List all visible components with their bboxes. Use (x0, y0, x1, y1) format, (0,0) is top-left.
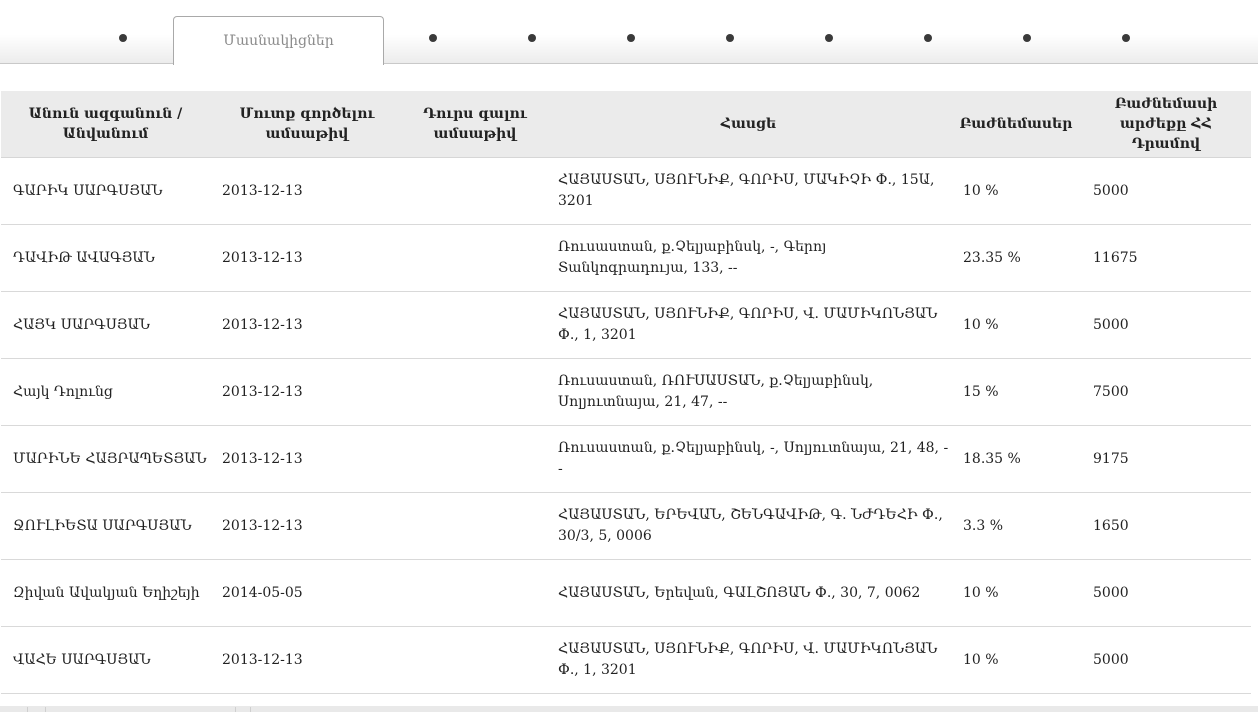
cell-share: 10 % (951, 157, 1081, 225)
cell-entry-date: 2013-12-13 (210, 626, 404, 694)
header-address: Հասցե (546, 91, 951, 158)
tab-3[interactable] (429, 34, 437, 42)
tab-5[interactable] (627, 34, 635, 42)
cell-exit-date (404, 626, 546, 694)
header-entry-date: Մուտք գործելու ամսաթիվ (210, 91, 404, 158)
cell-exit-date (404, 559, 546, 627)
tab-8[interactable] (924, 34, 932, 42)
cell-share-value: 11675 (1081, 224, 1251, 292)
table-row: Հայկ Դոլունց 2013-12-13 Ռուսաստան, ՌՈՒՍԱ… (1, 358, 1251, 426)
cell-name: Հայկ Դոլունց (1, 358, 210, 426)
participants-table: Անուն ազգանուն / Անվանում Մուտք գործելու… (1, 91, 1251, 694)
table-header-row: Անուն ազգանուն / Անվանում Մուտք գործելու… (1, 91, 1251, 158)
scrollbar-divider (235, 707, 236, 712)
cell-share-value: 1650 (1081, 492, 1251, 560)
cell-share-value: 5000 (1081, 157, 1251, 225)
tab-6[interactable] (726, 34, 734, 42)
header-name: Անուն ազգանուն / Անվանում (1, 91, 210, 158)
table-row: ՋՈՒԼԻԵՏԱ ՍԱՐԳՍՅԱՆ 2013-12-13 ՀԱՅԱՍՏԱՆ, Ե… (1, 492, 1251, 560)
cell-name: ՄԱՐԻՆԵ ՀԱՅՐԱՊԵՏՅԱՆ (1, 425, 210, 493)
participants-table-container: Անուն ազգանուն / Անվանում Մուտք գործելու… (1, 91, 1251, 694)
cell-address: ՀԱՅԱՍՏԱՆ, ՍՅՈՒՆԻՔ, ԳՈՐԻՍ, Վ. ՄԱՄԻԿՈՆՅԱՆ … (546, 626, 951, 694)
table-row: Զիվան Ավակյան Եղիշեյի 2014-05-05 ՀԱՅԱՍՏԱ… (1, 559, 1251, 627)
cell-name: ԳԱՐԻԿ ՍԱՐԳՍՅԱՆ (1, 157, 210, 225)
cell-address: Ռուսաստան, ՌՈՒՍԱՍՏԱՆ, ք.Չելյաբինսկ, Սոլյ… (546, 358, 951, 426)
table-row: ՎԱՀԵ ՍԱՐԳՍՅԱՆ 2013-12-13 ՀԱՅԱՍՏԱՆ, ՍՅՈՒՆ… (1, 626, 1251, 694)
cell-name: ՎԱՀԵ ՍԱՐԳՍՅԱՆ (1, 626, 210, 694)
cell-entry-date: 2013-12-13 (210, 157, 404, 225)
cell-name: ՋՈՒԼԻԵՏԱ ՍԱՐԳՍՅԱՆ (1, 492, 210, 560)
cell-share-value: 7500 (1081, 358, 1251, 426)
cell-entry-date: 2013-12-13 (210, 492, 404, 560)
cell-address: Ռուսաստան, ք.Չելյաբինսկ, -, Գերոյ Տանկոգ… (546, 224, 951, 292)
cell-exit-date (404, 291, 546, 359)
cell-share-value: 5000 (1081, 626, 1251, 694)
tab-bar: Մասնակիցներ (0, 0, 1258, 65)
scrollbar-divider (250, 707, 251, 712)
tab-10[interactable] (1122, 34, 1130, 42)
header-share: Բաժնեմասեր (951, 91, 1081, 158)
cell-exit-date (404, 358, 546, 426)
cell-exit-date (404, 492, 546, 560)
cell-share: 10 % (951, 559, 1081, 627)
scrollbar-divider (45, 707, 46, 712)
table-row: ԳԱՐԻԿ ՍԱՐԳՍՅԱՆ 2013-12-13 ՀԱՅԱՍՏԱՆ, ՍՅՈՒ… (1, 157, 1251, 225)
cell-entry-date: 2013-12-13 (210, 425, 404, 493)
tab-participants[interactable]: Մասնակիցներ (173, 16, 384, 65)
header-exit-date: Դուրս գալու ամսաթիվ (404, 91, 546, 158)
cell-share-value: 5000 (1081, 559, 1251, 627)
cell-share: 18.35 % (951, 425, 1081, 493)
table-row: ՄԱՐԻՆԵ ՀԱՅՐԱՊԵՏՅԱՆ 2013-12-13 Ռուսաստան,… (1, 425, 1251, 493)
cell-entry-date: 2014-05-05 (210, 559, 404, 627)
cell-share: 15 % (951, 358, 1081, 426)
cell-address: ՀԱՅԱՍՏԱՆ, Երեվան, ԳԱԼՇՈՅԱՆ Փ., 30, 7, 00… (546, 559, 951, 627)
cell-share: 10 % (951, 291, 1081, 359)
cell-name: ԴԱՎԻԹ ԱՎԱԳՅԱՆ (1, 224, 210, 292)
scrollbar-divider (27, 707, 28, 712)
tab-7[interactable] (825, 34, 833, 42)
cell-share-value: 5000 (1081, 291, 1251, 359)
horizontal-scrollbar[interactable] (0, 706, 1258, 712)
header-share-value: Բաժնեմասի արժեքը ՀՀ Դրամով (1081, 91, 1251, 158)
tab-4[interactable] (528, 34, 536, 42)
table-row: ԴԱՎԻԹ ԱՎԱԳՅԱՆ 2013-12-13 Ռուսաստան, ք.Չե… (1, 224, 1251, 292)
cell-exit-date (404, 425, 546, 493)
tab-1[interactable] (119, 34, 127, 42)
cell-share: 10 % (951, 626, 1081, 694)
cell-share-value: 9175 (1081, 425, 1251, 493)
cell-address: ՀԱՅԱՍՏԱՆ, ԵՐԵՎԱՆ, ՇԵՆԳԱՎԻԹ, Գ. ՆԺԴԵՀԻ Փ.… (546, 492, 951, 560)
cell-share: 3.3 % (951, 492, 1081, 560)
tab-9[interactable] (1023, 34, 1031, 42)
table-row: ՀԱՅԿ ՍԱՐԳՍՅԱՆ 2013-12-13 ՀԱՅԱՍՏԱՆ, ՍՅՈՒՆ… (1, 291, 1251, 359)
cell-name: Զիվան Ավակյան Եղիշեյի (1, 559, 210, 627)
cell-entry-date: 2013-12-13 (210, 358, 404, 426)
cell-name: ՀԱՅԿ ՍԱՐԳՍՅԱՆ (1, 291, 210, 359)
cell-exit-date (404, 224, 546, 292)
cell-address: Ռուսաստան, ք.Չելյաբինսկ, -, Սոլյուտնայա,… (546, 425, 951, 493)
cell-entry-date: 2013-12-13 (210, 291, 404, 359)
cell-entry-date: 2013-12-13 (210, 224, 404, 292)
cell-share: 23.35 % (951, 224, 1081, 292)
cell-address: ՀԱՅԱՍՏԱՆ, ՍՅՈՒՆԻՔ, ԳՈՐԻՍ, ՄԱԿԻՉԻ Փ., 15Ա… (546, 157, 951, 225)
cell-address: ՀԱՅԱՍՏԱՆ, ՍՅՈՒՆԻՔ, ԳՈՐԻՍ, Վ. ՄԱՄԻԿՈՆՅԱՆ … (546, 291, 951, 359)
cell-exit-date (404, 157, 546, 225)
